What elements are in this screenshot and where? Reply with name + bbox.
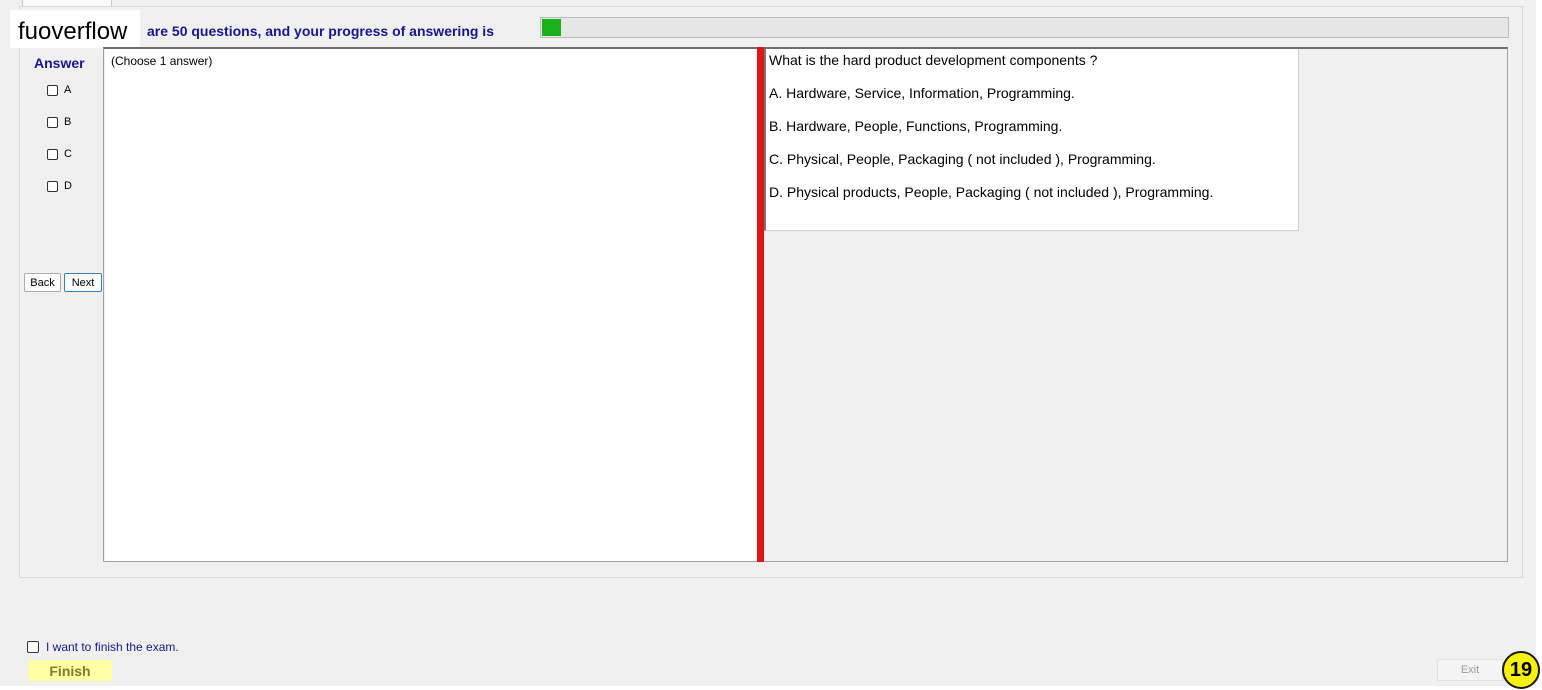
choose-hint: (Choose 1 answer): [111, 54, 213, 68]
option-d[interactable]: D: [47, 178, 72, 194]
option-c-label: C: [64, 148, 72, 160]
pane-splitter[interactable]: [757, 47, 764, 562]
question-text: What is the hard product development com…: [769, 52, 1098, 68]
window-bottom-edge: [0, 686, 1542, 690]
back-button[interactable]: Back: [24, 273, 61, 292]
choice-b-text: B. Hardware, People, Functions, Programm…: [769, 118, 1063, 134]
option-d-label: D: [64, 180, 72, 192]
option-b[interactable]: B: [47, 114, 71, 130]
progress-bar: [540, 17, 1509, 38]
watermark-logo: fuoverflow: [10, 10, 140, 48]
finish-exam-checkbox[interactable]: [27, 641, 39, 653]
finish-button[interactable]: Finish: [28, 660, 112, 681]
option-a-checkbox[interactable]: [47, 84, 58, 96]
option-c[interactable]: C: [47, 146, 72, 162]
choice-c-text: C. Physical, People, Packaging ( not inc…: [769, 151, 1156, 167]
next-button[interactable]: Next: [64, 273, 102, 292]
progress-bar-fill: [542, 19, 562, 36]
option-b-checkbox[interactable]: [47, 116, 58, 128]
option-b-label: B: [64, 116, 72, 128]
finish-exam-label: I want to finish the exam.: [46, 640, 179, 654]
option-d-checkbox[interactable]: [47, 180, 58, 192]
progress-text: are 50 questions, and your progress of a…: [147, 23, 494, 39]
answer-pane: [105, 49, 757, 561]
option-c-checkbox[interactable]: [47, 148, 58, 160]
choice-a-text: A. Hardware, Service, Information, Progr…: [769, 85, 1075, 101]
choice-d-text: D. Physical products, People, Packaging …: [769, 184, 1214, 200]
page-number-badge: 19: [1502, 651, 1540, 689]
option-a[interactable]: A: [47, 82, 71, 98]
question-box: [764, 49, 1299, 231]
answer-title: Answer: [34, 55, 85, 71]
finish-exam-check[interactable]: I want to finish the exam.: [27, 640, 179, 654]
exit-button[interactable]: Exit: [1437, 659, 1503, 681]
option-a-label: A: [64, 84, 72, 96]
window-edge: [1536, 0, 1542, 690]
